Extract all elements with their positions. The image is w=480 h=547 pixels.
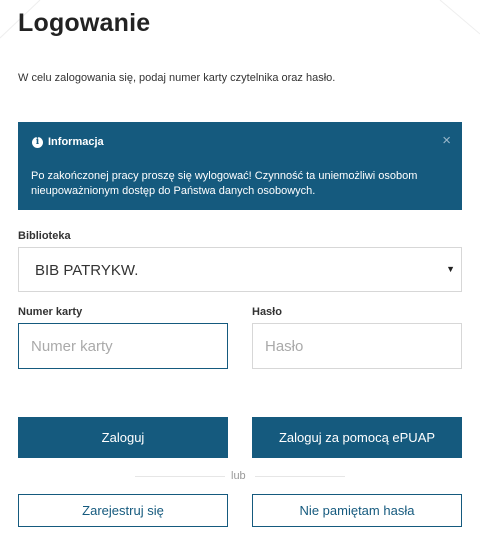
divider-left xyxy=(135,476,225,477)
info-message: Po zakończonej pracy proszę się wylogowa… xyxy=(31,170,418,197)
close-icon[interactable]: × xyxy=(442,133,451,148)
caret-down-icon: ▼ xyxy=(446,264,455,274)
login-button[interactable]: Zaloguj xyxy=(18,417,228,458)
page-title: Logowanie xyxy=(18,9,151,37)
info-header: i Informacja xyxy=(32,136,104,148)
register-button[interactable]: Zarejestruj się xyxy=(18,494,228,527)
library-select-value: BIB PATRYKW. xyxy=(35,262,139,279)
library-label: Biblioteka xyxy=(18,230,71,242)
card-number-label: Numer karty xyxy=(18,306,83,318)
password-label: Hasło xyxy=(252,306,282,318)
forgot-password-button[interactable]: Nie pamiętam hasła xyxy=(252,494,462,527)
info-box: i Informacja × Po zakończonej pracy pros… xyxy=(18,122,462,210)
library-select[interactable]: BIB PATRYKW. ▼ xyxy=(18,247,462,292)
divider-right xyxy=(255,476,345,477)
card-number-input[interactable] xyxy=(18,323,228,369)
separator-text: lub xyxy=(231,470,246,482)
intro-text: W celu zalogowania się, podaj numer kart… xyxy=(18,72,336,84)
info-circle-icon: i xyxy=(32,136,43,148)
password-input[interactable] xyxy=(252,323,462,369)
info-title: Informacja xyxy=(48,136,104,148)
login-epuap-button[interactable]: Zaloguj za pomocą ePUAP xyxy=(252,417,462,458)
